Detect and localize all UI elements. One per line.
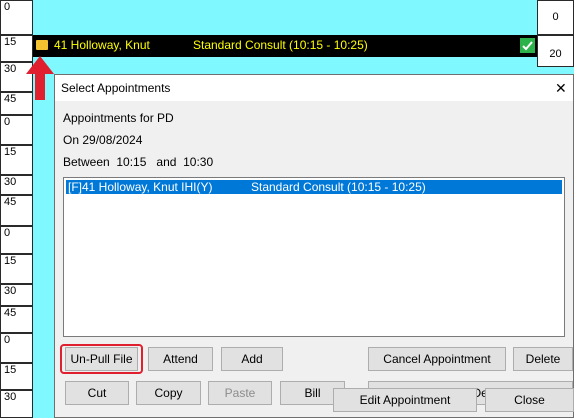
between-start: 10:15 [116, 155, 147, 169]
time-slot-label: 45 [0, 306, 33, 333]
cancel-appointment-button[interactable]: Cancel Appointment [368, 347, 506, 371]
list-item[interactable]: [F]41 Holloway, Knut IHI(Y) Standard Con… [66, 180, 562, 194]
dialog-title-bar: Select Appointments ✕ [55, 75, 573, 101]
dialog-title: Select Appointments [61, 81, 171, 95]
booking-bar[interactable]: 41 Holloway, Knut Standard Consult (10:1… [33, 35, 537, 57]
time-slot-label: 30 [0, 284, 33, 306]
close-button[interactable]: Close [485, 388, 574, 412]
time-slot-label: 30 [0, 175, 33, 195]
list-item-appointment: Standard Consult (10:15 - 10:25) [251, 180, 426, 194]
appointment-list[interactable]: [F]41 Holloway, Knut IHI(Y) Standard Con… [63, 177, 565, 337]
time-slot-label: 15 [0, 363, 33, 390]
time-slot-label: 15 [0, 145, 33, 175]
time-slot-label: 45 [0, 195, 33, 226]
time-slot-label: 0 [0, 333, 33, 363]
attend-button[interactable]: Attend [148, 347, 213, 371]
time-slot-label: 0 [537, 0, 574, 35]
add-button[interactable]: Add [221, 347, 283, 371]
select-appointments-dialog: Select Appointments ✕ Appointments for P… [54, 74, 574, 418]
folder-icon [36, 40, 48, 50]
list-item-patient: [F]41 Holloway, Knut IHI(Y) [68, 180, 213, 194]
and-label: and [156, 155, 177, 169]
unpull-file-button[interactable]: Un-Pull File [65, 347, 138, 371]
booking-appointment: Standard Consult (10:15 - 10:25) [193, 38, 368, 52]
time-slot-label: 15 [0, 254, 33, 284]
dialog-body: Appointments for PD On 29/08/2024 Betwee… [55, 101, 573, 417]
paste-button[interactable]: Paste [208, 381, 272, 405]
appointments-for-label: Appointments for PD [63, 111, 174, 125]
edit-appointment-button[interactable]: Edit Appointment [333, 388, 477, 412]
time-slot-label: 20 [537, 35, 574, 67]
copy-button[interactable]: Copy [136, 381, 201, 405]
time-slot-label: 0 [0, 226, 33, 254]
delete-button[interactable]: Delete [513, 347, 573, 371]
time-slot-label: 0 [0, 115, 33, 145]
booking-patient: 41 Holloway, Knut [54, 38, 150, 52]
time-slot-label: 0 [0, 0, 33, 35]
arrow-up-icon [26, 56, 54, 100]
between-label: Between [63, 155, 110, 169]
time-slot-label: 30 [0, 390, 33, 418]
between-line: Between 10:15 and 10:30 [63, 155, 213, 169]
on-date-label: On 29/08/2024 [63, 133, 143, 147]
between-end: 10:30 [183, 155, 214, 169]
close-icon[interactable]: ✕ [555, 80, 567, 97]
cut-button[interactable]: Cut [65, 381, 129, 405]
check-icon [520, 38, 535, 53]
